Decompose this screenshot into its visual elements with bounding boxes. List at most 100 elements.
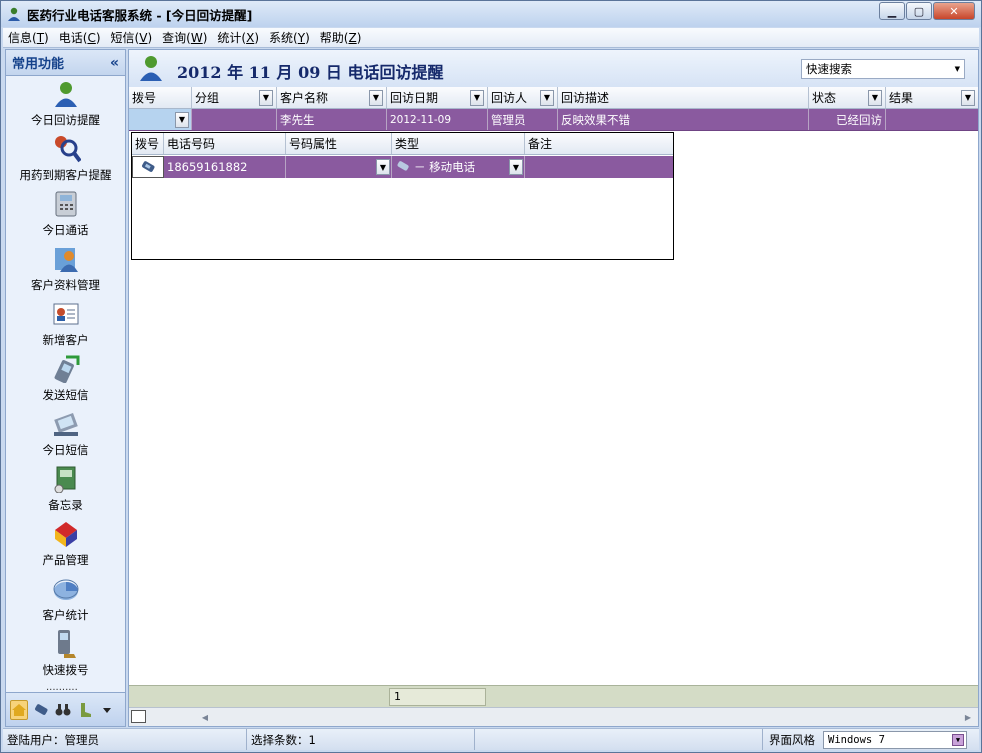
sidebar-title: 常用功能: [12, 57, 65, 72]
chevron-down-icon[interactable]: ▼: [961, 89, 975, 106]
menu-info[interactable]: 信息(T): [3, 29, 54, 46]
sidebar-item-memo[interactable]: 备忘录: [6, 462, 125, 517]
magnifier-user-icon: [51, 134, 81, 164]
style-select[interactable]: Windows 7 ▼: [823, 730, 967, 749]
app-icon: [8, 7, 20, 21]
sidebar-footer: [6, 692, 125, 726]
sidebar-item-quick-dial[interactable]: 快速拨号: [6, 627, 125, 682]
user-reminder-icon: [51, 79, 81, 109]
menu-phone[interactable]: 电话(C): [54, 29, 106, 46]
chevron-down-icon: ▼: [954, 65, 960, 73]
title-bar: 医药行业电话客服系统 - [今日回访提醒] ▁ ▢ ✕: [1, 1, 981, 27]
cell-description: 反映效果不错: [558, 109, 809, 130]
user-reminder-icon: [140, 56, 162, 81]
sidebar-item-today-followup[interactable]: 今日回访提醒: [6, 77, 125, 132]
memo-icon: [51, 464, 81, 494]
menu-system[interactable]: 系统(Y): [264, 29, 315, 46]
close-button[interactable]: ✕: [933, 2, 975, 20]
col-dial[interactable]: 拨号: [129, 87, 192, 108]
sidebar-item-send-sms[interactable]: 发送短信: [6, 352, 125, 407]
col-result[interactable]: 结果 ▼: [886, 87, 978, 108]
quick-dial-icon: [51, 629, 81, 659]
scroll-left-icon[interactable]: ◀: [197, 710, 213, 725]
table-row[interactable]: ▼ 李先生 2012-11-09 管理员 反映效果不错 已经回访: [129, 109, 978, 131]
grid-footer: 1: [129, 685, 978, 707]
sidebar-item-customer-stats[interactable]: 客户统计: [6, 572, 125, 627]
menu-sms[interactable]: 短信(V): [106, 29, 158, 46]
chevron-down-icon[interactable]: ▼: [868, 89, 882, 106]
boot-icon[interactable]: [76, 700, 94, 720]
cell-status: 已经回访: [809, 109, 886, 130]
detail-col-phone[interactable]: 电话号码: [164, 133, 286, 154]
home-icon[interactable]: [10, 699, 28, 720]
chevron-down-icon[interactable]: ▼: [376, 159, 390, 175]
cell-type[interactable]: － 移动电话 ▼: [392, 156, 525, 178]
menu-query[interactable]: 查询(W): [157, 29, 212, 46]
pie-chart-icon: [51, 574, 81, 604]
chevron-down-icon[interactable]: ▼: [540, 89, 554, 106]
sidebar-item-today-calls[interactable]: 今日通话: [6, 187, 125, 242]
close-icon: ✕: [949, 4, 959, 18]
sidebar-item-today-sms[interactable]: 今日短信: [6, 407, 125, 462]
chevron-down-icon[interactable]: ▼: [259, 89, 273, 106]
sidebar-collapse-button[interactable]: «: [110, 55, 119, 71]
sms-device-icon: [51, 409, 81, 439]
main-panel: 2012 年 11 月 09 日 电话回访提醒 快速搜索 ▼ 拨号 分组 ▼ 客户…: [128, 49, 979, 727]
detail-col-note[interactable]: 备注: [525, 133, 673, 154]
more-arrow-icon[interactable]: [98, 700, 116, 720]
col-status[interactable]: 状态 ▼: [809, 87, 886, 108]
sidebar-item-customer-data[interactable]: 客户资料管理: [6, 242, 125, 297]
status-bar: 登陆用户：管理员 选择条数：1 界面风格 Windows 7 ▼: [3, 728, 979, 750]
scroll-right-icon[interactable]: ▶: [960, 710, 976, 725]
sidebar: 常用功能 « 今日回访提醒 用药到期客户提醒 今日通话 客户资料管理 新增客户 …: [5, 49, 126, 727]
minimize-button[interactable]: ▁: [879, 2, 905, 20]
col-customer-name[interactable]: 客户名称 ▼: [277, 87, 387, 108]
sidebar-item-add-customer[interactable]: 新增客户: [6, 297, 125, 352]
cell-group: [192, 109, 277, 130]
detail-col-dial[interactable]: 拨号: [132, 133, 164, 154]
menu-help[interactable]: 帮助(Z): [315, 29, 367, 46]
col-description[interactable]: 回访描述: [558, 87, 809, 108]
chevron-down-icon[interactable]: ▼: [470, 89, 484, 106]
status-selected-count: 选择条数：1: [247, 729, 475, 750]
binoculars-icon[interactable]: [54, 700, 72, 720]
chevron-down-icon[interactable]: ▼: [369, 89, 383, 106]
record-navigator-box[interactable]: [131, 710, 146, 723]
app-window: 医药行业电话客服系统 - [今日回访提醒] ▁ ▢ ✕ 信息(T) 电话(C) …: [0, 0, 982, 753]
quick-search-label: 快速搜索: [806, 62, 852, 76]
quick-search-dropdown[interactable]: 快速搜索 ▼: [801, 59, 965, 79]
send-sms-icon: [51, 354, 81, 384]
chevron-down-icon[interactable]: ▼: [175, 111, 189, 128]
dial-button[interactable]: [132, 156, 164, 178]
cell-followup-date: 2012-11-09: [387, 109, 488, 130]
detail-col-attribute[interactable]: 号码属性: [286, 133, 392, 154]
maximize-button[interactable]: ▢: [906, 2, 932, 20]
telephone-icon: [51, 189, 81, 219]
page-number: 1: [389, 688, 486, 706]
sidebar-item-medication-due[interactable]: 用药到期客户提醒: [6, 132, 125, 187]
cell-dial[interactable]: ▼: [129, 109, 192, 130]
cell-note[interactable]: [525, 156, 673, 178]
sidebar-item-product-management[interactable]: 产品管理: [6, 517, 125, 572]
mobile-phone-icon: [397, 161, 409, 171]
page-title: 2012 年 11 月 09 日 电话回访提醒: [177, 63, 444, 82]
col-visitor[interactable]: 回访人 ▼: [488, 87, 558, 108]
horizontal-scrollbar[interactable]: ◀ ▶: [129, 707, 978, 726]
col-followup-date[interactable]: 回访日期 ▼: [387, 87, 488, 108]
table-row[interactable]: 18659161882 ▼ － 移动电话 ▼: [132, 156, 673, 178]
customer-file-icon: [51, 244, 81, 274]
cell-attribute[interactable]: ▼: [286, 156, 392, 178]
chevron-down-icon[interactable]: ▼: [509, 159, 523, 175]
status-style-label: 界面风格: [769, 732, 815, 747]
minimize-icon: ▁: [887, 4, 897, 18]
followup-grid: 拨号 分组 ▼ 客户名称 ▼ 回访日期 ▼ 回访人 ▼ 回访描述 状态 ▼ 结果 ▼ ▼ 李…: [129, 87, 978, 131]
chevron-down-icon[interactable]: ▼: [952, 733, 964, 746]
cell-phone-number[interactable]: 18659161882: [164, 156, 286, 178]
grid-header: 拨号 分组 ▼ 客户名称 ▼ 回访日期 ▼ 回访人 ▼ 回访描述 状态 ▼ 结果 ▼: [129, 87, 978, 109]
col-group[interactable]: 分组 ▼: [192, 87, 277, 108]
phone-handset-icon: [142, 161, 155, 172]
cell-result: [886, 109, 978, 130]
detail-col-type[interactable]: 类型: [392, 133, 525, 154]
phone-handset-icon[interactable]: [32, 700, 50, 720]
menu-stats[interactable]: 统计(X): [212, 29, 264, 46]
